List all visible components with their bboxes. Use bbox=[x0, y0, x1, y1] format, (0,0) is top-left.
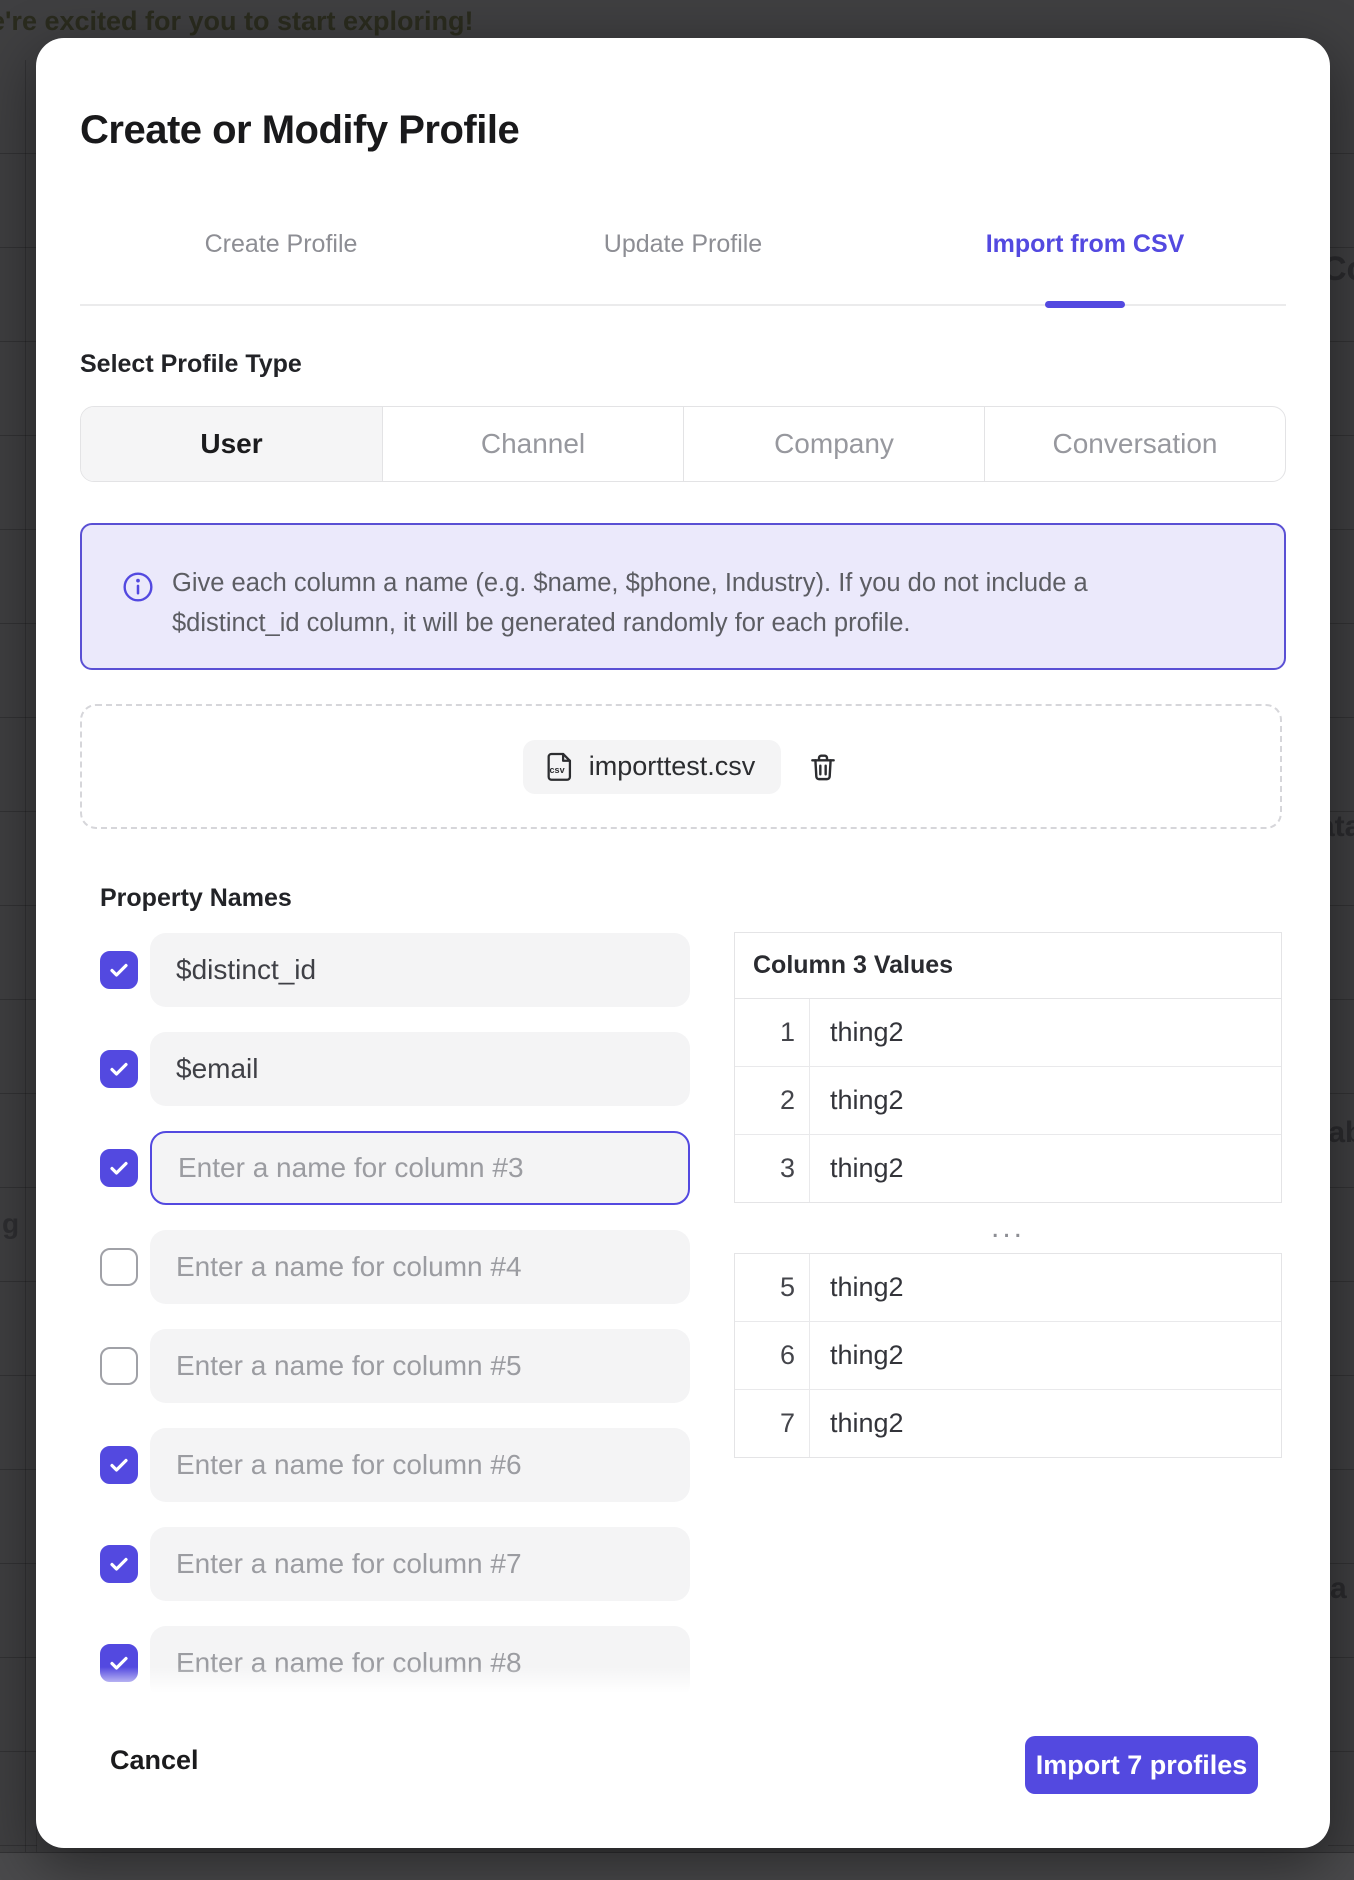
row-value: thing2 bbox=[810, 1390, 1281, 1457]
column-6-checkbox[interactable] bbox=[100, 1446, 138, 1484]
property-row-7 bbox=[100, 1527, 730, 1601]
uploaded-file-name: importtest.csv bbox=[589, 751, 756, 782]
row-value: thing2 bbox=[810, 1067, 1281, 1134]
table-row: 6 thing2 bbox=[735, 1322, 1281, 1390]
column-1-checkbox[interactable] bbox=[100, 951, 138, 989]
select-profile-type-label: Select Profile Type bbox=[80, 350, 302, 379]
background-text-fragment: g bbox=[2, 1208, 19, 1240]
row-number: 5 bbox=[735, 1254, 810, 1321]
property-names-label: Property Names bbox=[100, 884, 292, 913]
tab-update-profile[interactable]: Update Profile bbox=[482, 230, 884, 259]
column-4-checkbox[interactable] bbox=[100, 1248, 138, 1286]
table-row: 1 thing2 bbox=[735, 999, 1281, 1067]
row-value: thing2 bbox=[810, 1254, 1281, 1321]
row-number: 2 bbox=[735, 1067, 810, 1134]
background-gridlines-right bbox=[1328, 60, 1354, 1880]
background-text-fragment: a bbox=[1330, 1572, 1347, 1606]
row-number: 7 bbox=[735, 1390, 810, 1457]
column-5-checkbox[interactable] bbox=[100, 1347, 138, 1385]
profile-type-conversation[interactable]: Conversation bbox=[984, 407, 1285, 481]
row-number: 6 bbox=[735, 1322, 810, 1389]
delete-file-icon[interactable] bbox=[807, 751, 839, 783]
dialog-title: Create or Modify Profile bbox=[80, 108, 519, 153]
cancel-button[interactable]: Cancel bbox=[104, 1744, 205, 1777]
tab-import-from-csv[interactable]: Import from CSV bbox=[884, 230, 1286, 259]
info-banner: Give each column a name (e.g. $name, $ph… bbox=[80, 523, 1286, 670]
screen: e're excited for you to start exploring!… bbox=[0, 0, 1354, 1880]
property-row-4 bbox=[100, 1230, 730, 1304]
column-values-table-bottom: 5 thing2 6 thing2 7 thing2 bbox=[734, 1253, 1282, 1458]
row-value: thing2 bbox=[810, 999, 1281, 1066]
profile-type-user[interactable]: User bbox=[81, 407, 382, 481]
table-row: 3 thing2 bbox=[735, 1135, 1281, 1202]
profile-type-company[interactable]: Company bbox=[683, 407, 984, 481]
active-tab-underline bbox=[1045, 301, 1125, 308]
uploaded-file-chip: csv importtest.csv bbox=[523, 740, 782, 794]
column-6-name-input[interactable] bbox=[150, 1428, 690, 1502]
tab-create-profile[interactable]: Create Profile bbox=[80, 230, 482, 259]
import-profiles-button[interactable]: Import 7 profiles bbox=[1025, 1736, 1258, 1794]
column-3-checkbox[interactable] bbox=[100, 1149, 138, 1187]
info-line-1: Give each column a name (e.g. $name, $ph… bbox=[172, 569, 1088, 597]
background-banner-text: e're excited for you to start exploring! bbox=[0, 6, 474, 37]
info-icon bbox=[122, 571, 154, 603]
column-2-name-input[interactable] bbox=[150, 1032, 690, 1106]
table-row: 5 thing2 bbox=[735, 1254, 1281, 1322]
profile-type-segmented-control: User Channel Company Conversation bbox=[80, 406, 1286, 482]
profile-type-channel[interactable]: Channel bbox=[382, 407, 683, 481]
csv-file-icon: csv bbox=[543, 750, 577, 784]
row-value: thing2 bbox=[810, 1322, 1281, 1389]
property-row-3 bbox=[100, 1131, 730, 1205]
property-row-6 bbox=[100, 1428, 730, 1502]
info-line-2: $distinct_id column, it will be generate… bbox=[172, 609, 910, 637]
info-banner-text: Give each column a name (e.g. $name, $ph… bbox=[172, 563, 1202, 643]
rows-ellipsis: ... bbox=[734, 1203, 1282, 1253]
dialog-tabs: Create Profile Update Profile Import fro… bbox=[80, 230, 1286, 259]
column-values-panel: Column 3 Values 1 thing2 2 thing2 3 thin… bbox=[734, 932, 1282, 1458]
table-row: 2 thing2 bbox=[735, 1067, 1281, 1135]
property-row-1 bbox=[100, 933, 730, 1007]
table-row: 7 thing2 bbox=[735, 1390, 1281, 1457]
property-row-2 bbox=[100, 1032, 730, 1106]
create-or-modify-profile-dialog: Create or Modify Profile Create Profile … bbox=[36, 38, 1330, 1848]
property-row-5 bbox=[100, 1329, 730, 1403]
row-number: 3 bbox=[735, 1135, 810, 1202]
column-1-name-input[interactable] bbox=[150, 933, 690, 1007]
csv-dropzone[interactable]: csv importtest.csv bbox=[80, 704, 1282, 829]
column-2-checkbox[interactable] bbox=[100, 1050, 138, 1088]
svg-text:csv: csv bbox=[549, 765, 564, 775]
background-divider-line bbox=[25, 60, 26, 1880]
row-number: 1 bbox=[735, 999, 810, 1066]
row-value: thing2 bbox=[810, 1135, 1281, 1202]
values-table-header: Column 3 Values bbox=[735, 933, 1281, 999]
list-bottom-fade bbox=[100, 1667, 730, 1693]
column-3-name-input[interactable] bbox=[150, 1131, 690, 1205]
column-4-name-input[interactable] bbox=[150, 1230, 690, 1304]
column-7-name-input[interactable] bbox=[150, 1527, 690, 1601]
column-7-checkbox[interactable] bbox=[100, 1545, 138, 1583]
background-bottom-band bbox=[0, 1852, 1354, 1880]
background-gridlines-left bbox=[0, 60, 37, 1880]
column-values-table-top: Column 3 Values 1 thing2 2 thing2 3 thin… bbox=[734, 932, 1282, 1203]
property-name-list bbox=[100, 933, 730, 1693]
tabs-divider bbox=[80, 304, 1286, 306]
column-5-name-input[interactable] bbox=[150, 1329, 690, 1403]
